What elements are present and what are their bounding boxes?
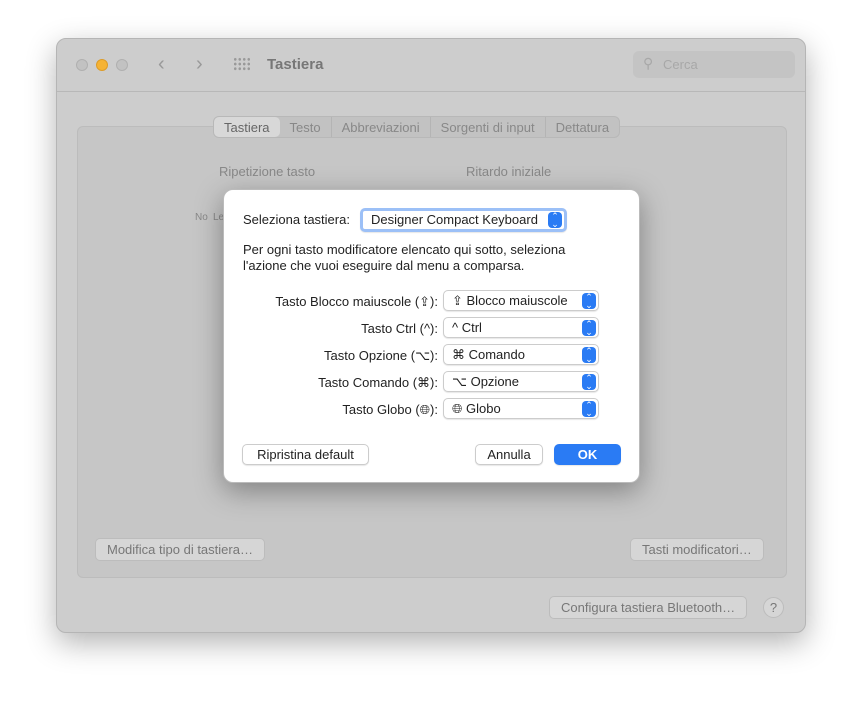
search-placeholder: Cerca bbox=[663, 57, 698, 72]
search-icon: ⚲ bbox=[643, 55, 654, 71]
close-button[interactable] bbox=[76, 59, 88, 71]
chevron-updown-icon: ⌃ ⌄ bbox=[582, 374, 596, 391]
select-keyboard-label: Seleziona tastiera: bbox=[243, 212, 350, 227]
ctrl-value: ^ Ctrl bbox=[452, 320, 482, 335]
restore-defaults-button[interactable]: Ripristina default bbox=[242, 444, 369, 465]
tab-bar: Tastiera Testo Abbreviazioni Sorgenti di… bbox=[213, 116, 621, 138]
cancel-button[interactable]: Annulla bbox=[475, 444, 543, 465]
search-field[interactable]: ⚲ Cerca bbox=[633, 51, 795, 78]
globe-value: 🌐︎ Globo bbox=[452, 401, 501, 416]
option-label: Tasto Opzione (⌥): bbox=[324, 348, 438, 363]
bluetooth-keyboard-button[interactable]: Configura tastiera Bluetooth… bbox=[549, 596, 748, 619]
caps-lock-value: ⇪ Blocco maiuscole bbox=[452, 293, 568, 308]
ctrl-label: Tasto Ctrl (^): bbox=[361, 321, 438, 336]
zoom-button[interactable] bbox=[116, 59, 128, 71]
caps-lock-label: Tasto Blocco maiuscole (⇪): bbox=[275, 294, 438, 309]
help-button[interactable]: ? bbox=[763, 597, 784, 618]
command-label: Tasto Comando (⌘): bbox=[318, 375, 438, 390]
title-bar: ‹ › Tastiera ⚲ Cerca bbox=[57, 39, 805, 92]
modifier-keys-button[interactable]: Tasti modificatori… bbox=[630, 538, 764, 561]
globe-label: Tasto Globo (🌐︎): bbox=[342, 402, 438, 417]
tab-testo[interactable]: Testo bbox=[280, 117, 332, 137]
chevron-updown-icon: ⌃ ⌄ bbox=[582, 293, 596, 310]
description: Per ogni tasto modificatore elencato qui… bbox=[243, 242, 566, 273]
key-repeat-label: Ripetizione tasto bbox=[219, 164, 316, 179]
window-title: Tastiera bbox=[267, 56, 324, 73]
keyboard-select[interactable]: Designer Compact Keyboard ⌃ ⌄ bbox=[360, 208, 567, 232]
slider-min-label: No bbox=[195, 212, 208, 223]
show-all-grid-icon[interactable] bbox=[233, 57, 251, 71]
tab-tastiera[interactable]: Tastiera bbox=[214, 117, 280, 137]
command-value: ⌥ Opzione bbox=[452, 374, 520, 389]
caps-lock-select[interactable]: ⇪ Blocco maiuscole ⌃ ⌄ bbox=[443, 290, 599, 311]
chevron-updown-icon: ⌃ ⌄ bbox=[582, 347, 596, 364]
tab-sorgenti[interactable]: Sorgenti di input bbox=[431, 117, 546, 137]
tab-abbreviazioni[interactable]: Abbreviazioni bbox=[332, 117, 431, 137]
ctrl-select[interactable]: ^ Ctrl ⌃ ⌄ bbox=[443, 317, 599, 338]
chevron-updown-icon: ⌃ ⌄ bbox=[582, 320, 596, 337]
keyboard-select-value: Designer Compact Keyboard bbox=[371, 212, 538, 227]
minimize-button[interactable] bbox=[96, 59, 108, 71]
globe-select[interactable]: 🌐︎ Globo ⌃ ⌄ bbox=[443, 398, 599, 419]
modifier-keys-dialog: Seleziona tastiera: Designer Compact Key… bbox=[223, 189, 640, 483]
option-select[interactable]: ⌘ Comando ⌃ ⌄ bbox=[443, 344, 599, 365]
chevron-updown-icon: ⌃ ⌄ bbox=[548, 212, 562, 229]
change-keyboard-type-button[interactable]: Modifica tipo di tastiera… bbox=[95, 538, 265, 561]
back-icon[interactable]: ‹ bbox=[158, 53, 165, 76]
chevron-updown-icon: ⌃ ⌄ bbox=[582, 401, 596, 418]
option-value: ⌘ Comando bbox=[452, 347, 525, 362]
forward-icon[interactable]: › bbox=[196, 53, 203, 76]
initial-delay-label: Ritardo iniziale bbox=[466, 164, 552, 179]
ok-button[interactable]: OK bbox=[554, 444, 621, 465]
command-select[interactable]: ⌥ Opzione ⌃ ⌄ bbox=[443, 371, 599, 392]
tab-dettatura[interactable]: Dettatura bbox=[546, 117, 619, 137]
